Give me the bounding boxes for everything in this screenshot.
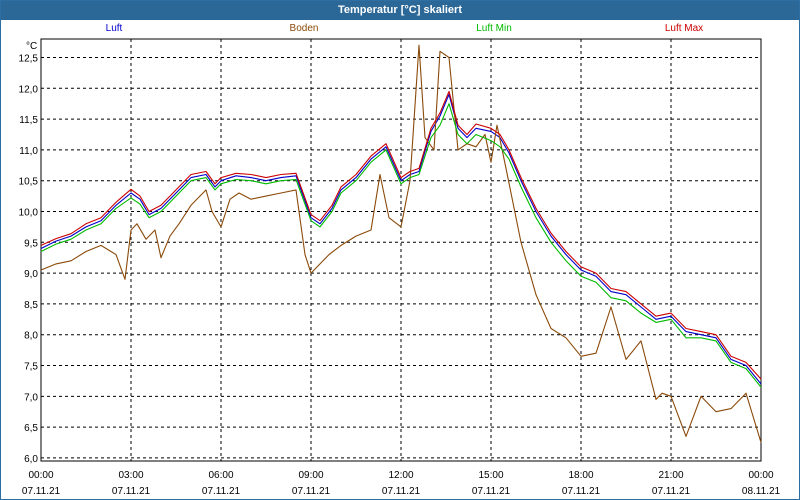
y-tick-label: 10,0 [19,207,39,218]
y-tick-label: 11,0 [19,146,38,157]
x-tick-time: 15:00 [478,470,503,481]
x-tick-date: 08.11.21 [742,486,781,497]
x-tick-time: 18:00 [568,470,593,481]
x-tick-time: 09:00 [298,470,323,481]
y-tick-label: 6,5 [24,423,38,434]
x-tick-time: 00:00 [28,470,53,481]
y-tick-label: 12,0 [19,84,39,95]
x-tick-date: 07.11.21 [112,486,151,497]
chart-window: Temperatur [°C] skaliert Luft Boden Luft M… [0,0,800,500]
y-tick-label: 7,5 [24,362,38,373]
y-axis-unit-label: °C [26,41,37,52]
y-tick-label: 8,0 [24,331,38,342]
x-tick-time: 03:00 [118,470,143,481]
x-tick-time: 00:00 [748,470,773,481]
y-tick-label: 7,0 [24,392,38,403]
y-tick-label: 10,5 [19,177,39,188]
x-tick-date: 07.11.21 [652,486,691,497]
x-tick-time: 06:00 [208,470,233,481]
y-tick-label: 9,5 [24,238,38,249]
x-tick-time: 21:00 [658,470,683,481]
x-tick-time: 12:00 [388,470,413,481]
x-tick-date: 07.11.21 [202,486,241,497]
x-tick-date: 07.11.21 [292,486,331,497]
temperature-chart: 6,0 6,5 7,0 7,5 8,0 8,5 9,0 9,5 10,0 10,5 11,0 11,5… [19,38,781,497]
y-tick-label: 11,5 [19,115,38,126]
y-tick-label: 12,5 [19,53,39,64]
x-tick-date: 07.11.21 [562,486,601,497]
y-tick-label: 8,5 [24,300,38,311]
x-tick-date: 07.11.21 [22,486,61,497]
y-tick-label: 9,0 [24,269,38,280]
x-tick-date: 07.11.21 [382,486,421,497]
y-tick-label: 6,0 [24,454,38,465]
x-tick-date: 07.11.21 [472,486,511,497]
